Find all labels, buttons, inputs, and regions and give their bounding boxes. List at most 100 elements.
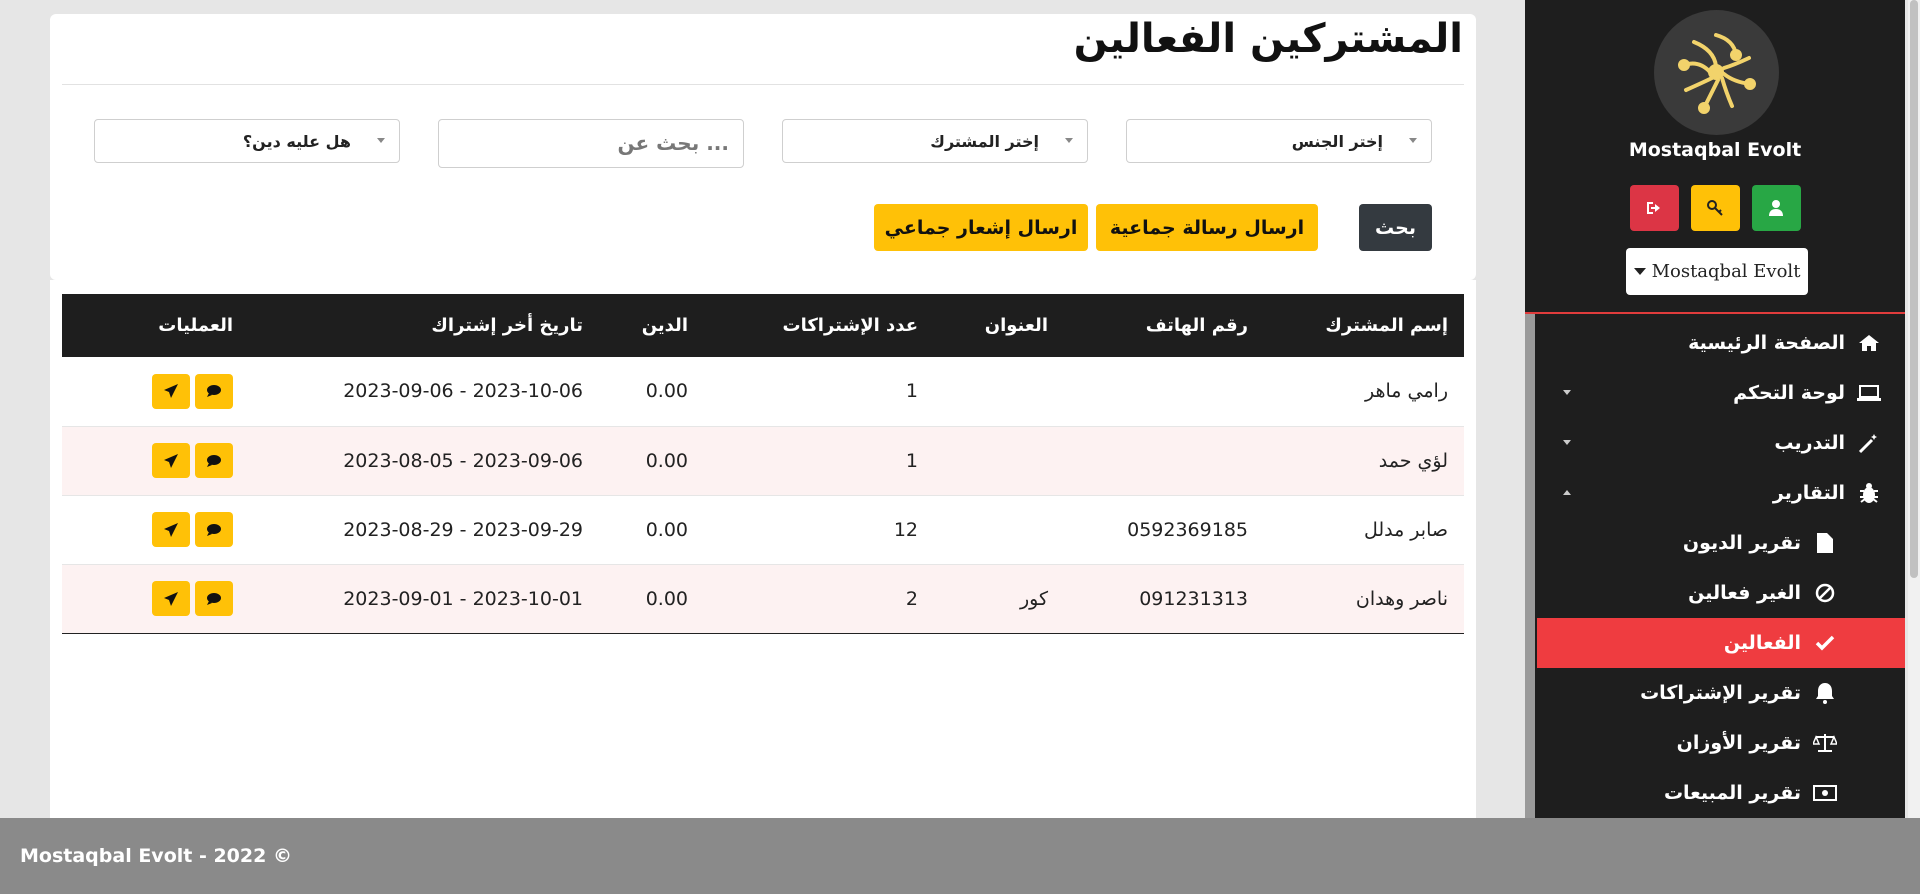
sidebar-item-label: التقارير <box>1772 482 1845 504</box>
group-notification-button[interactable]: ارسال إشعار جماعي <box>874 204 1088 251</box>
search-input[interactable]: بحث عن ... <box>438 119 744 168</box>
filter-card: المشتركين الفعالين إختر الجنس إختر المشت… <box>50 14 1476 280</box>
cell-operations <box>62 564 249 633</box>
comment-icon <box>207 523 221 536</box>
header-subscriptions: عدد الإشتراكات <box>782 315 918 336</box>
cell-operations <box>62 357 249 426</box>
send-message-button[interactable] <box>195 373 233 409</box>
logo-icon <box>1678 33 1756 114</box>
cell-name: ناصر وهدان <box>1355 587 1448 610</box>
sidebar-item-label: تقرير الأوزان <box>1676 732 1801 754</box>
subscriber-select-label: إختر المشترك <box>930 131 1039 151</box>
sidebar-item-weights-report[interactable]: تقرير الأوزان <box>1537 718 1905 768</box>
send-message-button[interactable] <box>195 581 233 616</box>
brand-logo <box>1654 10 1779 135</box>
send-notification-button[interactable] <box>152 512 190 547</box>
cell-last-subscription: 2023-10-01 - 2023-09-01 <box>343 587 583 610</box>
user-icon <box>1769 200 1783 216</box>
magic-wand-icon <box>1855 432 1883 454</box>
sidebar-item-training[interactable]: التدريب <box>1537 418 1905 468</box>
logout-button[interactable] <box>1629 185 1679 231</box>
cell-address <box>934 357 1064 426</box>
cell-debt: 0.00 <box>645 449 688 472</box>
send-message-button[interactable] <box>195 512 233 547</box>
sidebar-item-sales-report[interactable]: تقرير المبيعات <box>1537 768 1905 818</box>
subscribers-table: إسم المشترك رقم الهاتف العنوان عدد الإشت… <box>62 294 1464 634</box>
sidebar-item-label: لوحة التحكم <box>1733 382 1845 404</box>
chevron-down-icon <box>1065 138 1073 143</box>
sidebar-item-active[interactable]: الفعالين <box>1537 618 1905 668</box>
sign-out-icon <box>1647 202 1660 214</box>
cell-subscriptions: 1 <box>905 449 918 472</box>
check-icon <box>1811 635 1839 651</box>
debt-select[interactable]: هل عليه دين؟ <box>94 119 400 163</box>
sidebar-item-label: تقرير الإشتراكات <box>1640 682 1801 704</box>
footer-copyright: Mostaqbal Evolt - 2022 © <box>20 845 292 867</box>
comment-icon <box>207 385 221 398</box>
page-title: المشتركين الفعالين <box>1073 16 1463 62</box>
header-operations: العمليات <box>158 315 233 336</box>
chevron-down-icon <box>377 138 385 143</box>
cell-name: صابر مدلل <box>1363 518 1448 541</box>
file-icon <box>1811 533 1839 553</box>
group-message-button[interactable]: ارسال رسالة جماعية <box>1096 204 1318 251</box>
bell-icon <box>1811 682 1839 704</box>
table-row: ناصر وهدان 091231313 كور 2 0.00 2023-10-… <box>62 564 1464 633</box>
footer: Mostaqbal Evolt - 2022 © <box>0 818 1920 894</box>
send-message-button[interactable] <box>195 443 233 478</box>
cell-phone <box>1064 357 1264 426</box>
sidebar: Mostaqbal Evolt Mostaqbal Evolt الصفحة ا… <box>1525 0 1905 818</box>
send-notification-button[interactable] <box>152 443 190 478</box>
user-dropdown-label: Mostaqbal Evolt <box>1651 261 1801 282</box>
money-icon <box>1811 785 1839 801</box>
table-header-row: إسم المشترك رقم الهاتف العنوان عدد الإشت… <box>62 294 1464 357</box>
cell-subscriptions: 2 <box>905 587 918 610</box>
sidebar-item-label: الفعالين <box>1723 632 1801 654</box>
sidebar-item-inactive[interactable]: الغير فعالين <box>1537 568 1905 618</box>
cell-address: كور <box>1019 587 1048 610</box>
laptop-icon <box>1855 384 1883 402</box>
chevron-down-icon <box>1409 138 1417 143</box>
ban-icon <box>1811 583 1839 603</box>
sidebar-item-subscriptions-report[interactable]: تقرير الإشتراكات <box>1537 668 1905 718</box>
paper-plane-icon <box>164 384 178 399</box>
header-phone: رقم الهاتف <box>1145 315 1248 336</box>
cell-operations <box>62 495 249 564</box>
user-dropdown[interactable]: Mostaqbal Evolt <box>1626 248 1808 295</box>
subscriber-select[interactable]: إختر المشترك <box>782 119 1088 163</box>
key-icon <box>1707 200 1723 216</box>
caret-down-icon <box>1563 440 1571 445</box>
cell-subscriptions: 12 <box>893 518 918 541</box>
send-notification-button[interactable] <box>152 581 190 616</box>
change-password-button[interactable] <box>1690 185 1740 231</box>
search-button[interactable]: بحث <box>1359 204 1432 251</box>
profile-button[interactable] <box>1751 185 1801 231</box>
cell-name: لؤي حمد <box>1378 449 1448 472</box>
send-notification-button[interactable] <box>152 373 190 409</box>
table-row: لؤي حمد 1 0.00 2023-09-06 - 2023-08-05 <box>62 426 1464 495</box>
cell-last-subscription: 2023-09-29 - 2023-08-29 <box>343 518 583 541</box>
sidebar-inner-scrollbar[interactable] <box>1525 314 1535 818</box>
sidebar-item-home[interactable]: الصفحة الرئيسية <box>1537 318 1905 368</box>
caret-down-icon <box>1563 390 1571 395</box>
cell-last-subscription: 2023-09-06 - 2023-08-05 <box>343 449 583 472</box>
comment-icon <box>207 592 221 605</box>
sidebar-action-buttons <box>1525 185 1905 231</box>
paper-plane-icon <box>164 453 178 468</box>
sidebar-item-label: الصفحة الرئيسية <box>1688 332 1845 354</box>
sidebar-header: Mostaqbal Evolt Mostaqbal Evolt <box>1525 0 1905 314</box>
sidebar-item-label: تقرير المبيعات <box>1663 782 1801 804</box>
table-row: صابر مدلل 0592369185 12 0.00 2023-09-29 … <box>62 495 1464 564</box>
header-address: العنوان <box>984 315 1048 336</box>
subscribers-panel: إسم المشترك رقم الهاتف العنوان عدد الإشت… <box>50 280 1476 818</box>
balance-scale-icon <box>1811 733 1839 753</box>
cell-address <box>934 426 1064 495</box>
scrollbar-thumb[interactable] <box>1910 0 1918 578</box>
sidebar-item-dashboard[interactable]: لوحة التحكم <box>1537 368 1905 418</box>
sidebar-item-reports[interactable]: التقارير <box>1537 468 1905 518</box>
cell-operations <box>62 426 249 495</box>
sidebar-item-debt-report[interactable]: تقرير الديون <box>1537 518 1905 568</box>
page-scrollbar[interactable] <box>1908 0 1920 818</box>
gender-select[interactable]: إختر الجنس <box>1126 119 1432 163</box>
cell-debt: 0.00 <box>645 518 688 541</box>
